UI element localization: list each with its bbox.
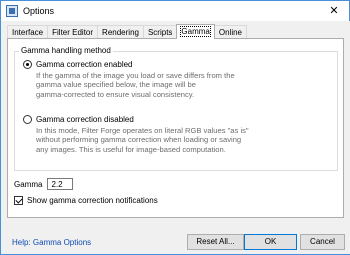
- radio-button[interactable]: [23, 60, 32, 69]
- close-icon[interactable]: ✕: [323, 3, 345, 19]
- title-bar: Options ✕: [1, 1, 349, 21]
- tab-gamma[interactable]: Gamma: [176, 24, 215, 39]
- gamma-value-row: Gamma: [14, 178, 74, 190]
- tab-filter-editor[interactable]: Filter Editor: [47, 25, 99, 39]
- notifications-label: Show gamma correction notifications: [27, 196, 158, 205]
- help-link[interactable]: Help: Gamma Options: [12, 238, 91, 247]
- gamma-label: Gamma: [14, 179, 43, 189]
- notifications-checkbox[interactable]: [14, 196, 23, 205]
- disabled-description: In this mode, Filter Forge operates on l…: [36, 126, 249, 154]
- radio-label: Gamma correction enabled: [36, 60, 133, 69]
- radio-button[interactable]: [23, 115, 32, 124]
- app-icon: [6, 5, 18, 17]
- notifications-checkbox-row[interactable]: Show gamma correction notifications: [14, 196, 158, 205]
- tab-online[interactable]: Online: [213, 25, 247, 39]
- gamma-input[interactable]: [47, 178, 74, 190]
- group-title: Gamma handling method: [19, 46, 113, 55]
- radio-gamma-disabled[interactable]: Gamma correction disabled: [23, 115, 134, 124]
- reset-all-button[interactable]: Reset All...: [187, 234, 244, 250]
- gamma-handling-group: Gamma handling method Gamma correction e…: [14, 46, 338, 171]
- window-title: Options: [23, 6, 55, 16]
- tab-interface[interactable]: Interface: [7, 25, 49, 39]
- gamma-tab-panel: Gamma handling method Gamma correction e…: [7, 38, 344, 218]
- tab-strip: Interface Filter Editor Rendering Script…: [7, 24, 247, 39]
- enabled-description: If the gamma of the image you load or sa…: [36, 71, 235, 99]
- tab-rendering[interactable]: Rendering: [97, 25, 144, 39]
- options-window: Options ✕ Interface Filter Editor Render…: [0, 0, 350, 255]
- radio-label: Gamma correction disabled: [36, 115, 134, 124]
- radio-gamma-enabled[interactable]: Gamma correction enabled: [23, 60, 133, 69]
- tab-scripts[interactable]: Scripts: [142, 25, 178, 39]
- cancel-button[interactable]: Cancel: [300, 234, 345, 250]
- dialog-content: Interface Filter Editor Rendering Script…: [2, 21, 350, 254]
- ok-button[interactable]: OK: [244, 234, 297, 250]
